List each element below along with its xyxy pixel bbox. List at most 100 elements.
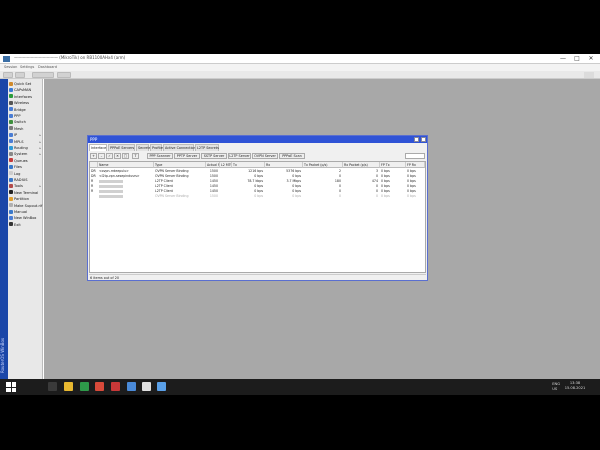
column-header-l2-mtu[interactable]: L2 MTU [220, 162, 232, 168]
column-header-fp-rx[interactable]: FP Rx [406, 162, 425, 168]
app-green-icon[interactable] [80, 382, 89, 391]
sidebar-item-routing[interactable]: Routing ▸ [9, 145, 42, 151]
sidebar-item-capsman[interactable]: CAPsMAN [9, 87, 42, 93]
menu-dashboard[interactable]: Dashboard [38, 65, 57, 69]
sidebar-item-make-supout-rif[interactable]: Make Supout.rif [9, 203, 42, 209]
find-input[interactable] [405, 153, 425, 159]
sidebar-item-wireless[interactable]: Wireless [9, 100, 42, 106]
ppp-close-button[interactable] [421, 137, 426, 142]
filter-button[interactable]: T [132, 153, 139, 159]
ovpn-server-button[interactable]: OVPN Server [252, 153, 278, 159]
pppoe-scan-button[interactable]: PPPoE Scan [279, 153, 305, 159]
remove-button[interactable]: – [98, 153, 105, 159]
sidebar-item-files[interactable]: Files [9, 164, 42, 170]
comment-button[interactable]: □ [122, 153, 129, 159]
ppp-window[interactable]: PPP Interface PPPoE Servers Secrets Profile… [87, 135, 428, 281]
menu-item-icon [9, 81, 13, 86]
app-lightblue-icon[interactable] [157, 382, 166, 391]
disable-button[interactable]: ✕ [114, 153, 121, 159]
winbox-logo-icon [3, 56, 10, 62]
sstp-server-button[interactable]: SSTP Server [201, 153, 227, 159]
sidebar-item-label: Manual [14, 210, 28, 214]
cell-rx: 0 bps [292, 194, 301, 198]
tab-interface[interactable]: Interface [89, 144, 107, 151]
column-header-type[interactable]: Type [154, 162, 206, 168]
ppp-scanner-button[interactable]: PPP Scanner [147, 153, 173, 159]
file-explorer-icon[interactable] [64, 382, 73, 391]
tab-profiles[interactable]: Profiles [150, 144, 164, 151]
sidebar-item-switch[interactable]: Switch [9, 119, 42, 125]
column-header-rx-packet-p-s-[interactable]: Rx Packet (p/s) [343, 162, 380, 168]
pptp-server-button[interactable]: PPTP Server [174, 153, 200, 159]
sidebar-item-label: New WinBox [14, 216, 37, 221]
menu-item-icon [9, 177, 13, 182]
menu-settings[interactable]: Settings [20, 65, 34, 69]
table-row[interactable]: OVPN Server Binding 1500 0 bps 0 bps 0 0 0 bps… [90, 194, 425, 199]
menu-item-icon [9, 145, 13, 150]
sidebar-item-partition[interactable]: Partition [9, 196, 42, 202]
ppp-maximize-button[interactable] [414, 137, 419, 142]
ppp-toolbar: + – ✓ ✕ □ T PPP Scanner PPTP Server SSTP Server L… [89, 152, 428, 160]
add-button[interactable]: + [90, 153, 97, 159]
tab-secrets[interactable]: Secrets [136, 144, 151, 151]
column-header-flags[interactable] [90, 162, 98, 168]
column-header-tx[interactable]: Tx [232, 162, 265, 168]
sidebar-item-mpls[interactable]: MPLS ▸ [9, 139, 42, 145]
menu-item-icon [9, 139, 13, 144]
tab-l2tp-secrets[interactable]: L2TP Secrets [195, 144, 219, 151]
app-red-icon[interactable] [111, 382, 120, 391]
undo-button[interactable] [3, 72, 13, 78]
tab-pppoe-servers[interactable]: PPPoE Servers [108, 144, 135, 151]
language-region: US [552, 387, 558, 391]
start-button[interactable] [6, 382, 16, 392]
window-title: ——————————— (MikroTik) on RB1100AHx4 (ar… [14, 55, 126, 60]
sidebar-item-ip[interactable]: IP ▸ [9, 132, 42, 138]
search-icon[interactable] [48, 382, 57, 391]
l2tp-server-button[interactable]: L2TP Server [228, 153, 251, 159]
maximize-button[interactable]: □ [570, 54, 584, 64]
sidebar-item-mesh[interactable]: Mesh [9, 126, 42, 132]
close-button[interactable]: ✕ [584, 54, 598, 64]
sidebar-item-new-winbox[interactable]: New WinBox [9, 215, 42, 221]
menu-item-icon [9, 215, 13, 220]
sidebar-item-queues[interactable]: Queues [9, 158, 42, 164]
tab-active-connections[interactable]: Active Connections [163, 144, 198, 151]
sidebar-item-new-terminal[interactable]: New Terminal [9, 190, 42, 196]
winbox-icon[interactable] [142, 382, 151, 391]
cell-l2mtu [220, 194, 232, 199]
column-header-name[interactable]: Name [98, 162, 154, 168]
sidebar-item-exit[interactable]: Exit [9, 222, 42, 228]
menu-item-icon [9, 190, 13, 195]
menu-item-icon [9, 100, 13, 105]
sidebar-item-ppp[interactable]: PPP [9, 113, 42, 119]
sidebar-item-system[interactable]: System ▸ [9, 151, 42, 157]
app-blue-icon[interactable] [127, 382, 136, 391]
cell-tx: 0 bps [254, 194, 263, 198]
redo-button[interactable] [15, 72, 25, 78]
menu-item-icon [9, 209, 13, 214]
minimize-button[interactable]: — [556, 54, 570, 64]
sidebar-item-quick-set[interactable]: Quick Set [9, 81, 42, 87]
sidebar-item-manual[interactable]: Manual [9, 209, 42, 215]
language-indicator[interactable]: ENG US [552, 382, 560, 392]
column-header-tx-packet-p-s-[interactable]: Tx Packet (p/s) [303, 162, 343, 168]
sidebar-item-bridge[interactable]: Bridge [9, 107, 42, 113]
column-header-actual-mtu[interactable]: Actual MTU [206, 162, 220, 168]
session-field[interactable] [57, 72, 71, 78]
sidebar-item-label: New Terminal [14, 190, 39, 195]
clock[interactable]: 13:38 15.08.2021 [564, 381, 586, 391]
sidebar-item-label: Partition [14, 197, 29, 202]
sidebar-item-log[interactable]: Log [9, 171, 42, 177]
sidebar-item-interfaces[interactable]: Interfaces [9, 94, 42, 100]
cell-fprx: 0 bps [407, 194, 416, 198]
chrome-icon[interactable] [95, 382, 104, 391]
sidebar-item-radius[interactable]: RADIUS [9, 177, 42, 183]
enable-button[interactable]: ✓ [106, 153, 113, 159]
column-header-fp-tx[interactable]: FP Tx [380, 162, 406, 168]
main-toolbar [0, 71, 600, 79]
menu-session[interactable]: Session [4, 65, 17, 69]
column-header-rx[interactable]: Rx [265, 162, 303, 168]
safe-mode-button[interactable] [32, 72, 54, 78]
sidebar-item-tools[interactable]: Tools ▸ [9, 183, 42, 189]
windows-taskbar: ENG US 13:38 15.08.2021 [0, 379, 600, 395]
